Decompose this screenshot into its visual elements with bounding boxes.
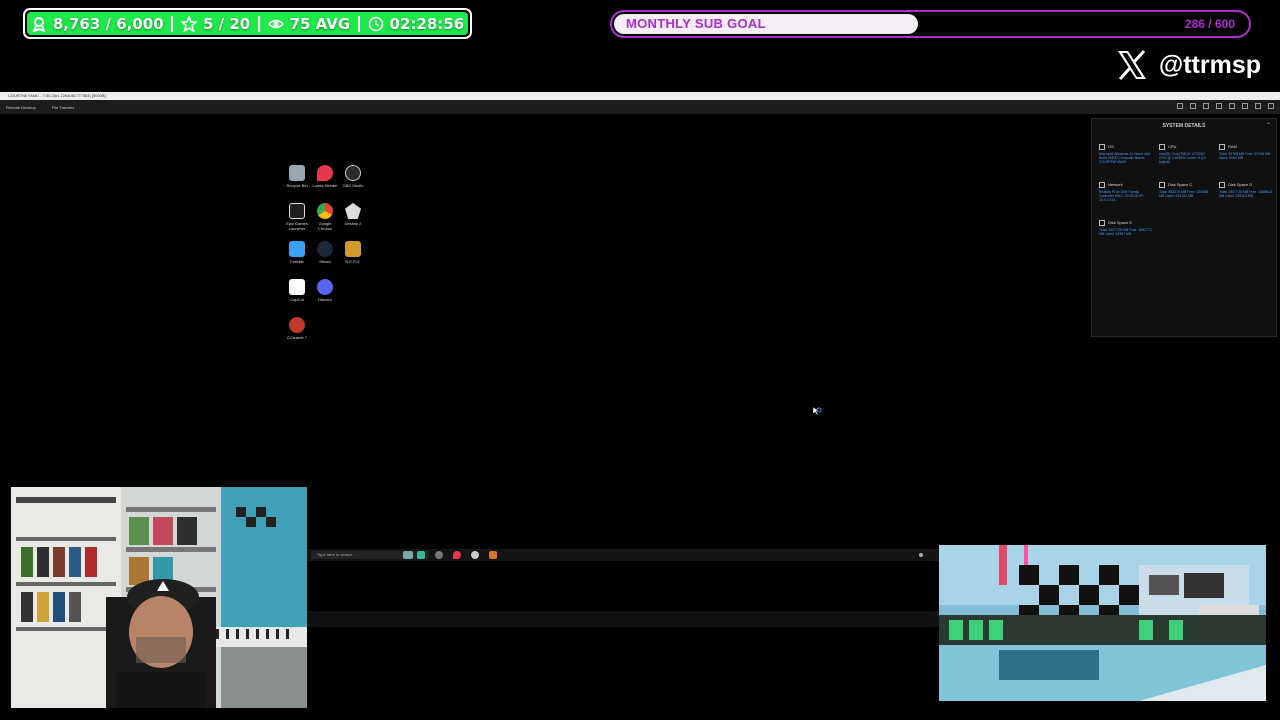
sys-cpu: CPU Intel(R) Core(TM) i5 12700KF CPU @ 3.… xyxy=(1159,144,1206,164)
loading-cursor-icon xyxy=(812,406,822,416)
sys-network: Network Realtek PCIe GbE Family Controlle… xyxy=(1099,182,1144,202)
sub-goal-bar: MONTHLY SUB GOAL 286 / 600 xyxy=(610,10,1251,38)
desktop-icon-recycle-bin[interactable]: Recycle Bin xyxy=(283,165,311,188)
desktop-icon-fortnite[interactable]: Fortnite xyxy=(283,241,311,264)
star-icon xyxy=(181,15,197,32)
obs-icon xyxy=(345,165,361,181)
cpu-icon xyxy=(1159,144,1165,150)
disk-icon xyxy=(1219,182,1225,188)
windows-icon xyxy=(1099,144,1105,150)
viewers-stat: 75 AVG xyxy=(267,15,350,33)
desktop-icon-obs-studio[interactable]: OBS Studio xyxy=(339,165,367,188)
desktop-icon-discord[interactable]: Discord xyxy=(311,279,339,302)
desktop-icon-destiny-2[interactable]: Destiny 2 xyxy=(339,203,367,226)
desktop-icon-chrome[interactable]: Google Chrome xyxy=(311,203,339,231)
system-details-title: SYSTEM DETAILS xyxy=(1162,123,1206,129)
disk-icon xyxy=(1159,182,1165,188)
discord-icon xyxy=(317,279,333,295)
followers-stat: 8,763 / 6,000 xyxy=(31,15,164,33)
sub-goal-value: 286 / 600 xyxy=(1184,17,1235,31)
network-icon xyxy=(1099,182,1105,188)
windows-taskbar: Type here to search xyxy=(307,549,939,561)
remote-window-title: COURTNEYAMD - 7.50.2(#1 2264081777583) [… xyxy=(0,92,1280,100)
taskbar-app-icon[interactable] xyxy=(453,551,461,559)
webcam-streamer xyxy=(11,487,307,708)
toolbar-icon[interactable] xyxy=(1242,103,1248,109)
taskbar-app-icon[interactable] xyxy=(489,551,497,559)
taskbar-app-icon[interactable] xyxy=(417,551,425,559)
toolbar-icon[interactable] xyxy=(1255,103,1261,109)
desktop-icon-repo[interactable]: R.E.P.O. xyxy=(339,241,367,264)
toolbar-icon[interactable] xyxy=(1216,103,1222,109)
steam-icon xyxy=(317,241,333,257)
toolbar-icon[interactable] xyxy=(1203,103,1209,109)
social-handle: @ttrmsp xyxy=(1115,48,1261,82)
remote-toolbar: Remote Desktop File Transfer xyxy=(0,100,1280,114)
subs-stat: 5 / 20 xyxy=(181,15,250,33)
stream-stats-bar: 8,763 / 6,000 5 / 20 75 AVG 02:28:56 xyxy=(23,8,472,39)
epic-games-icon xyxy=(289,203,305,219)
ram-icon xyxy=(1219,144,1225,150)
sys-ram: RAM Total: 32768 MB Free: 23708 MB Used: … xyxy=(1219,144,1271,160)
tray-chevron-icon[interactable] xyxy=(919,553,923,557)
lumia-stream-icon xyxy=(317,165,333,181)
repo-icon xyxy=(345,241,361,257)
chrome-icon xyxy=(317,203,333,219)
fortnite-icon xyxy=(289,241,305,257)
webcam-room xyxy=(939,545,1266,701)
destiny-icon xyxy=(345,203,361,219)
menu-remote-desktop[interactable]: Remote Desktop xyxy=(6,105,36,110)
recycle-bin-icon xyxy=(289,165,305,181)
desktop-icon-lumia-stream[interactable]: Lumia Stream xyxy=(311,165,339,188)
sys-disk-e: Disk Space E Total: 1907728 MB Free: 1893… xyxy=(1099,220,1152,236)
x-logo-icon xyxy=(1117,49,1146,81)
menu-file-transfer[interactable]: File Transfer xyxy=(52,105,74,110)
taskbar-app-icon[interactable] xyxy=(403,551,413,559)
clock-icon xyxy=(368,16,383,31)
uptime-stat: 02:28:56 xyxy=(368,15,464,33)
taskbar-app-icon[interactable] xyxy=(471,551,479,559)
capcut-icon xyxy=(289,279,305,295)
sys-disk-d: Disk Space D Total: 1907726 MB Free: 1668… xyxy=(1219,182,1272,198)
taskbar-app-icon[interactable] xyxy=(435,551,443,559)
toolbar-icon[interactable] xyxy=(1190,103,1196,109)
sys-disk-c: Disk Space C Total: 953270 MB Free: 42008… xyxy=(1159,182,1209,198)
sys-os: OS Microsoft Windows 11 Home x64 Build 26… xyxy=(1099,144,1150,164)
person-icon xyxy=(32,16,46,32)
collapse-icon[interactable]: ⌃ xyxy=(1266,122,1271,129)
remote-bottom-strip xyxy=(307,611,939,627)
toolbar-icon[interactable] xyxy=(1229,103,1235,109)
desktop-icon-ccleaner[interactable]: CCleaner 7 xyxy=(283,317,311,340)
disk-icon xyxy=(1099,220,1105,226)
desktop-icon-capcut[interactable]: CapCut xyxy=(283,279,311,302)
desktop-icon-epic-games[interactable]: Epic Games Launcher xyxy=(283,203,311,231)
ccleaner-icon xyxy=(289,317,305,333)
desktop-icon-steam[interactable]: Steam xyxy=(311,241,339,264)
eye-icon xyxy=(267,19,284,28)
sub-goal-label: MONTHLY SUB GOAL xyxy=(626,16,766,31)
toolbar-icon[interactable] xyxy=(1268,103,1274,109)
system-details-panel: SYSTEM DETAILS ⌃ OS Microsoft Windows 11 … xyxy=(1091,118,1277,337)
toolbar-icon[interactable] xyxy=(1177,103,1183,109)
